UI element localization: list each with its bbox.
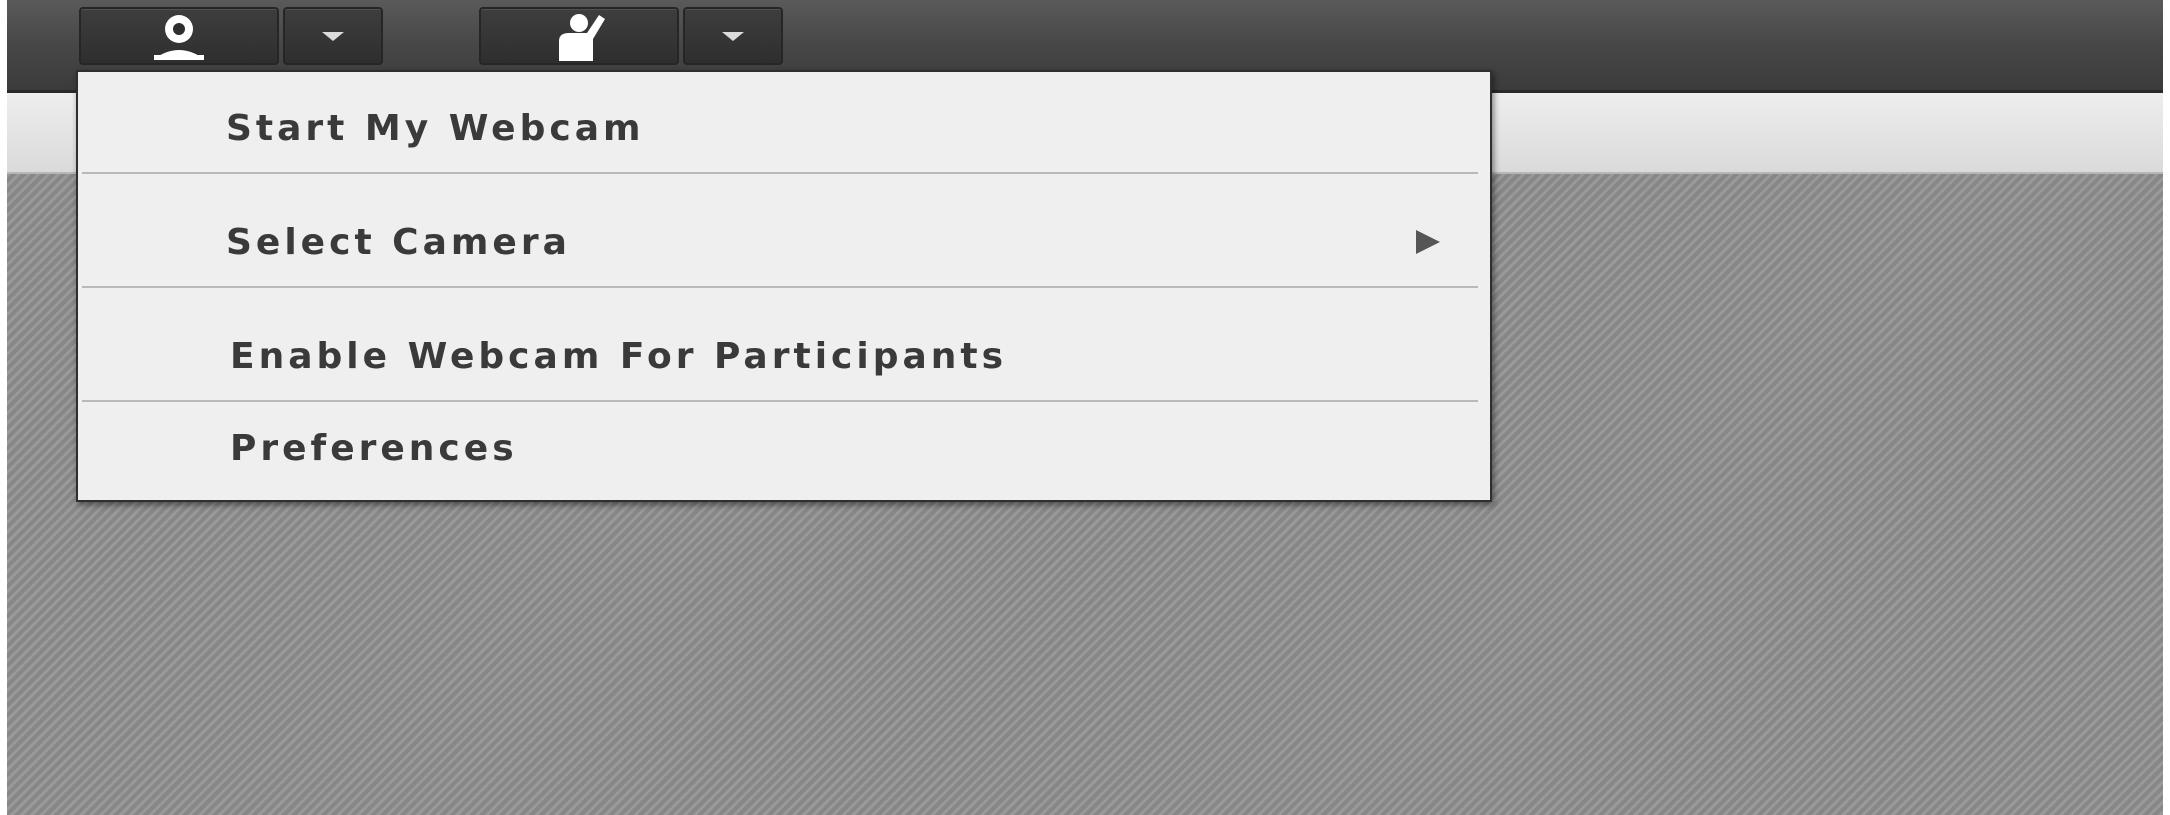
menu-item-label: Enable Webcam For Participants — [230, 335, 1008, 377]
webcam-dropdown-menu: Start My Webcam Select Camera Enable Web… — [76, 70, 1492, 502]
raise-hand-menu-button[interactable] — [683, 7, 783, 65]
webcam-button[interactable] — [79, 7, 279, 65]
menu-item-start-my-webcam[interactable]: Start My Webcam — [78, 72, 1490, 184]
menu-divider — [82, 172, 1478, 174]
app-window: Start My Webcam Select Camera Enable Web… — [0, 0, 2170, 815]
webcam-menu-button[interactable] — [283, 7, 383, 65]
chevron-down-icon — [718, 28, 748, 44]
menu-item-label: Start My Webcam — [226, 107, 645, 149]
menu-divider — [82, 286, 1478, 288]
menu-item-label: Select Camera — [226, 221, 571, 263]
chevron-down-icon — [318, 28, 348, 44]
menu-item-select-camera[interactable]: Select Camera — [78, 186, 1490, 298]
menu-item-label: Preferences — [230, 427, 518, 469]
webcam-icon — [144, 11, 214, 61]
caret-right-icon — [1416, 230, 1440, 254]
raise-hand-icon — [539, 9, 619, 63]
menu-item-preferences[interactable]: Preferences — [78, 392, 1490, 504]
raise-hand-button[interactable] — [479, 7, 679, 65]
